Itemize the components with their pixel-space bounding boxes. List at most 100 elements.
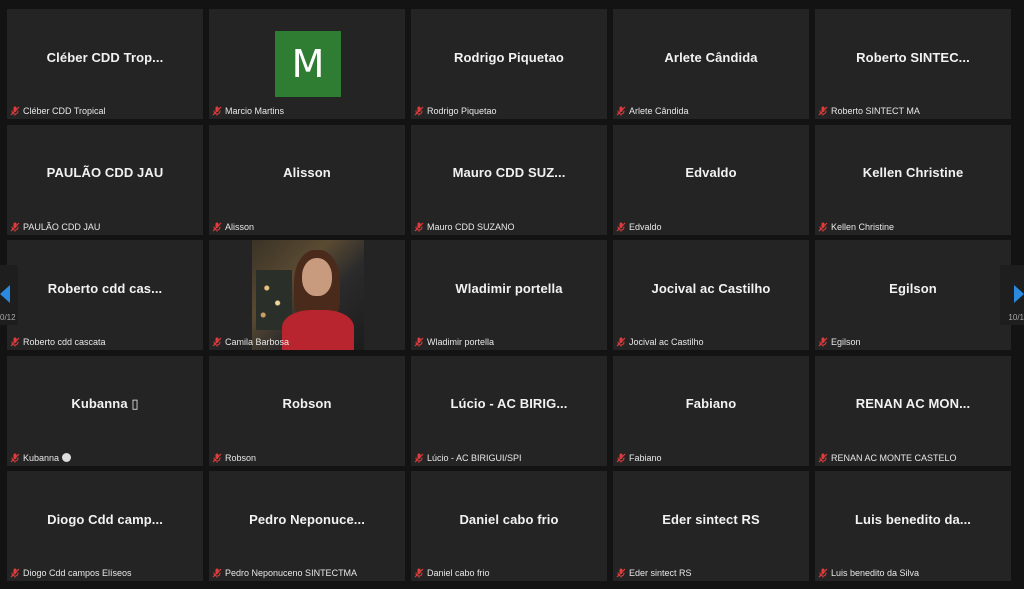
participant-tile[interactable]: Luis benedito da... Luis benedito da Silv… [815, 471, 1011, 581]
participant-name-label: Jocival ac Castilho [616, 337, 704, 347]
participant-name-label: Daniel cabo frio [414, 568, 490, 578]
participant-tile[interactable]: Roberto SINTEC... Roberto SINTECT MA [815, 9, 1011, 119]
participant-display-name: Eder sintect RS [662, 511, 760, 527]
participant-name-label: Pedro Neponuceno SINTECTMA [212, 568, 357, 578]
participant-name-text: Rodrigo Piquetao [427, 106, 497, 116]
mic-muted-icon [818, 568, 828, 578]
participant-tile[interactable]: Wladimir portella Wladimir portella [411, 240, 607, 350]
mic-muted-icon [212, 106, 222, 116]
participant-grid: Cléber CDD Trop... Cléber CDD Tropical M Ma… [7, 9, 1011, 581]
participant-display-name: Pedro Neponuce... [249, 511, 365, 527]
mic-muted-icon [818, 337, 828, 347]
mic-muted-icon [10, 568, 20, 578]
participant-tile[interactable]: Kubanna ▯ Kubanna [7, 355, 203, 466]
avatar: M [275, 31, 341, 97]
participant-name-label: Rodrigo Piquetao [414, 106, 497, 116]
participant-name-label: Fabiano [616, 453, 662, 463]
participant-tile[interactable]: Diogo Cdd camp... Diogo Cdd campos Elíseo… [7, 471, 203, 581]
participant-tile[interactable]: M Marcio Martins [209, 9, 405, 119]
participant-name-label: Arlete Cândida [616, 106, 689, 116]
participant-name-label: Eder sintect RS [616, 568, 692, 578]
participant-name-label: Camila Barbosa [212, 337, 289, 347]
mic-muted-icon [616, 568, 626, 578]
participant-tile[interactable]: Edvaldo Edvaldo [613, 124, 809, 235]
participant-tile[interactable]: Jocival ac Castilho Jocival ac Castilho [613, 240, 809, 350]
participant-name-label: Kubanna [10, 452, 72, 463]
participant-tile[interactable]: Alisson Alisson [209, 124, 405, 235]
mic-muted-icon [212, 222, 222, 232]
participant-name-text: Alisson [225, 221, 255, 232]
participant-name-text: PAULÃO CDD JAU [23, 221, 101, 232]
participant-display-name: RENAN AC MON... [855, 396, 971, 411]
participant-name-text: Pedro Neponuceno SINTECTMA [225, 568, 358, 578]
participant-display-name: Daniel cabo frio [459, 511, 559, 527]
participant-tile[interactable]: Camila Barbosa [209, 240, 405, 350]
participant-display-name: Kubanna ▯ [71, 395, 139, 411]
participant-name-text: Roberto SINTECT MA [831, 106, 920, 116]
participant-name-text: Arlete Cândida [629, 106, 689, 116]
participant-tile[interactable]: Mauro CDD SUZ... Mauro CDD SUZANO [411, 124, 607, 235]
participant-name-label: Diogo Cdd campos Elíseos [10, 568, 132, 578]
participant-name-text: Kellen Christine [831, 221, 895, 232]
participant-name-label: Lúcio - AC BIRIGUI/SPI [414, 453, 522, 463]
participant-name-text: Diogo Cdd campos Elíseos [23, 568, 132, 578]
participant-name-label: Roberto SINTECT MA [818, 106, 920, 116]
participant-display-name: Cléber CDD Trop... [46, 49, 164, 65]
mic-muted-icon [616, 106, 626, 116]
mic-muted-icon [414, 337, 424, 347]
mic-muted-icon [616, 337, 626, 347]
participant-display-name: Mauro CDD SUZ... [452, 165, 566, 180]
participant-tile[interactable]: Kellen Christine Kellen Christine [815, 124, 1011, 235]
arrow-left-icon [0, 285, 10, 303]
arrow-right-icon [1014, 285, 1024, 303]
participant-display-name: PAULÃO CDD JAU [46, 165, 164, 180]
participant-tile[interactable]: Fabiano Fabiano [613, 355, 809, 466]
participant-name-text: Kubanna [23, 452, 60, 463]
participant-video [252, 240, 364, 350]
participant-tile[interactable]: Eder sintect RS Eder sintect RS [613, 471, 809, 581]
participant-name-label: Kellen Christine [818, 222, 894, 232]
mic-muted-icon [414, 453, 424, 463]
participant-name-text: Marcio Martins [225, 106, 285, 116]
participant-tile[interactable]: Daniel cabo frio Daniel cabo frio [411, 471, 607, 581]
participant-display-name: Roberto cdd cas... [47, 280, 163, 296]
participant-name-label: Robson [212, 453, 256, 463]
mic-muted-icon [414, 568, 424, 578]
participant-display-name: Robson [282, 396, 332, 411]
participant-tile[interactable]: Robson Robson [209, 355, 405, 466]
participant-name-label: Wladimir portella [414, 337, 494, 347]
participant-tile[interactable]: Cléber CDD Trop... Cléber CDD Tropical [7, 9, 203, 119]
mic-muted-icon [818, 106, 828, 116]
participant-name-label: Alisson [212, 222, 254, 232]
participant-display-name: Jocival ac Castilho [651, 280, 771, 296]
participant-name-text: Wladimir portella [427, 337, 495, 347]
mic-muted-icon [10, 106, 20, 116]
participant-name-label: PAULÃO CDD JAU [10, 222, 100, 232]
participant-name-text: Edvaldo [629, 221, 662, 232]
mic-muted-icon [818, 453, 828, 463]
participant-display-name: Rodrigo Piquetao [454, 49, 564, 65]
participant-display-name: Luis benedito da... [854, 511, 972, 527]
mic-muted-icon [212, 337, 222, 347]
participant-tile[interactable]: Egilson Egilson [815, 240, 1011, 350]
mic-muted-icon [616, 453, 626, 463]
participant-tile[interactable]: RENAN AC MON... RENAN AC MONTE CASTELO [815, 355, 1011, 466]
participant-name-text: Cléber CDD Tropical [23, 106, 106, 116]
participant-tile[interactable]: Arlete Cândida Arlete Cândida [613, 9, 809, 119]
participant-tile[interactable]: Lúcio - AC BIRIG... Lúcio - AC BIRIGUI/SP… [411, 355, 607, 466]
participant-display-name: Egilson [889, 280, 937, 296]
participant-tile[interactable]: Pedro Neponuce... Pedro Neponuceno SINTEC… [209, 471, 405, 581]
participant-name-text: RENAN AC MONTE CASTELO [831, 452, 957, 463]
participant-name-text: Egilson [831, 337, 861, 347]
participant-display-name: Alisson [283, 165, 331, 180]
participant-name-text: Daniel cabo frio [427, 568, 490, 578]
participant-tile[interactable]: PAULÃO CDD JAU PAULÃO CDD JAU [7, 124, 203, 235]
mic-muted-icon [10, 337, 20, 347]
mic-muted-icon [10, 453, 20, 463]
participant-display-name: Arlete Cândida [664, 49, 758, 65]
participant-name-label: Egilson [818, 337, 861, 347]
participant-display-name: Wladimir portella [455, 280, 563, 296]
participant-tile[interactable]: Rodrigo Piquetao Rodrigo Piquetao [411, 9, 607, 119]
participant-tile[interactable]: Roberto cdd cas... Roberto cdd cascata [7, 240, 203, 350]
participant-name-text: Eder sintect RS [629, 568, 692, 578]
